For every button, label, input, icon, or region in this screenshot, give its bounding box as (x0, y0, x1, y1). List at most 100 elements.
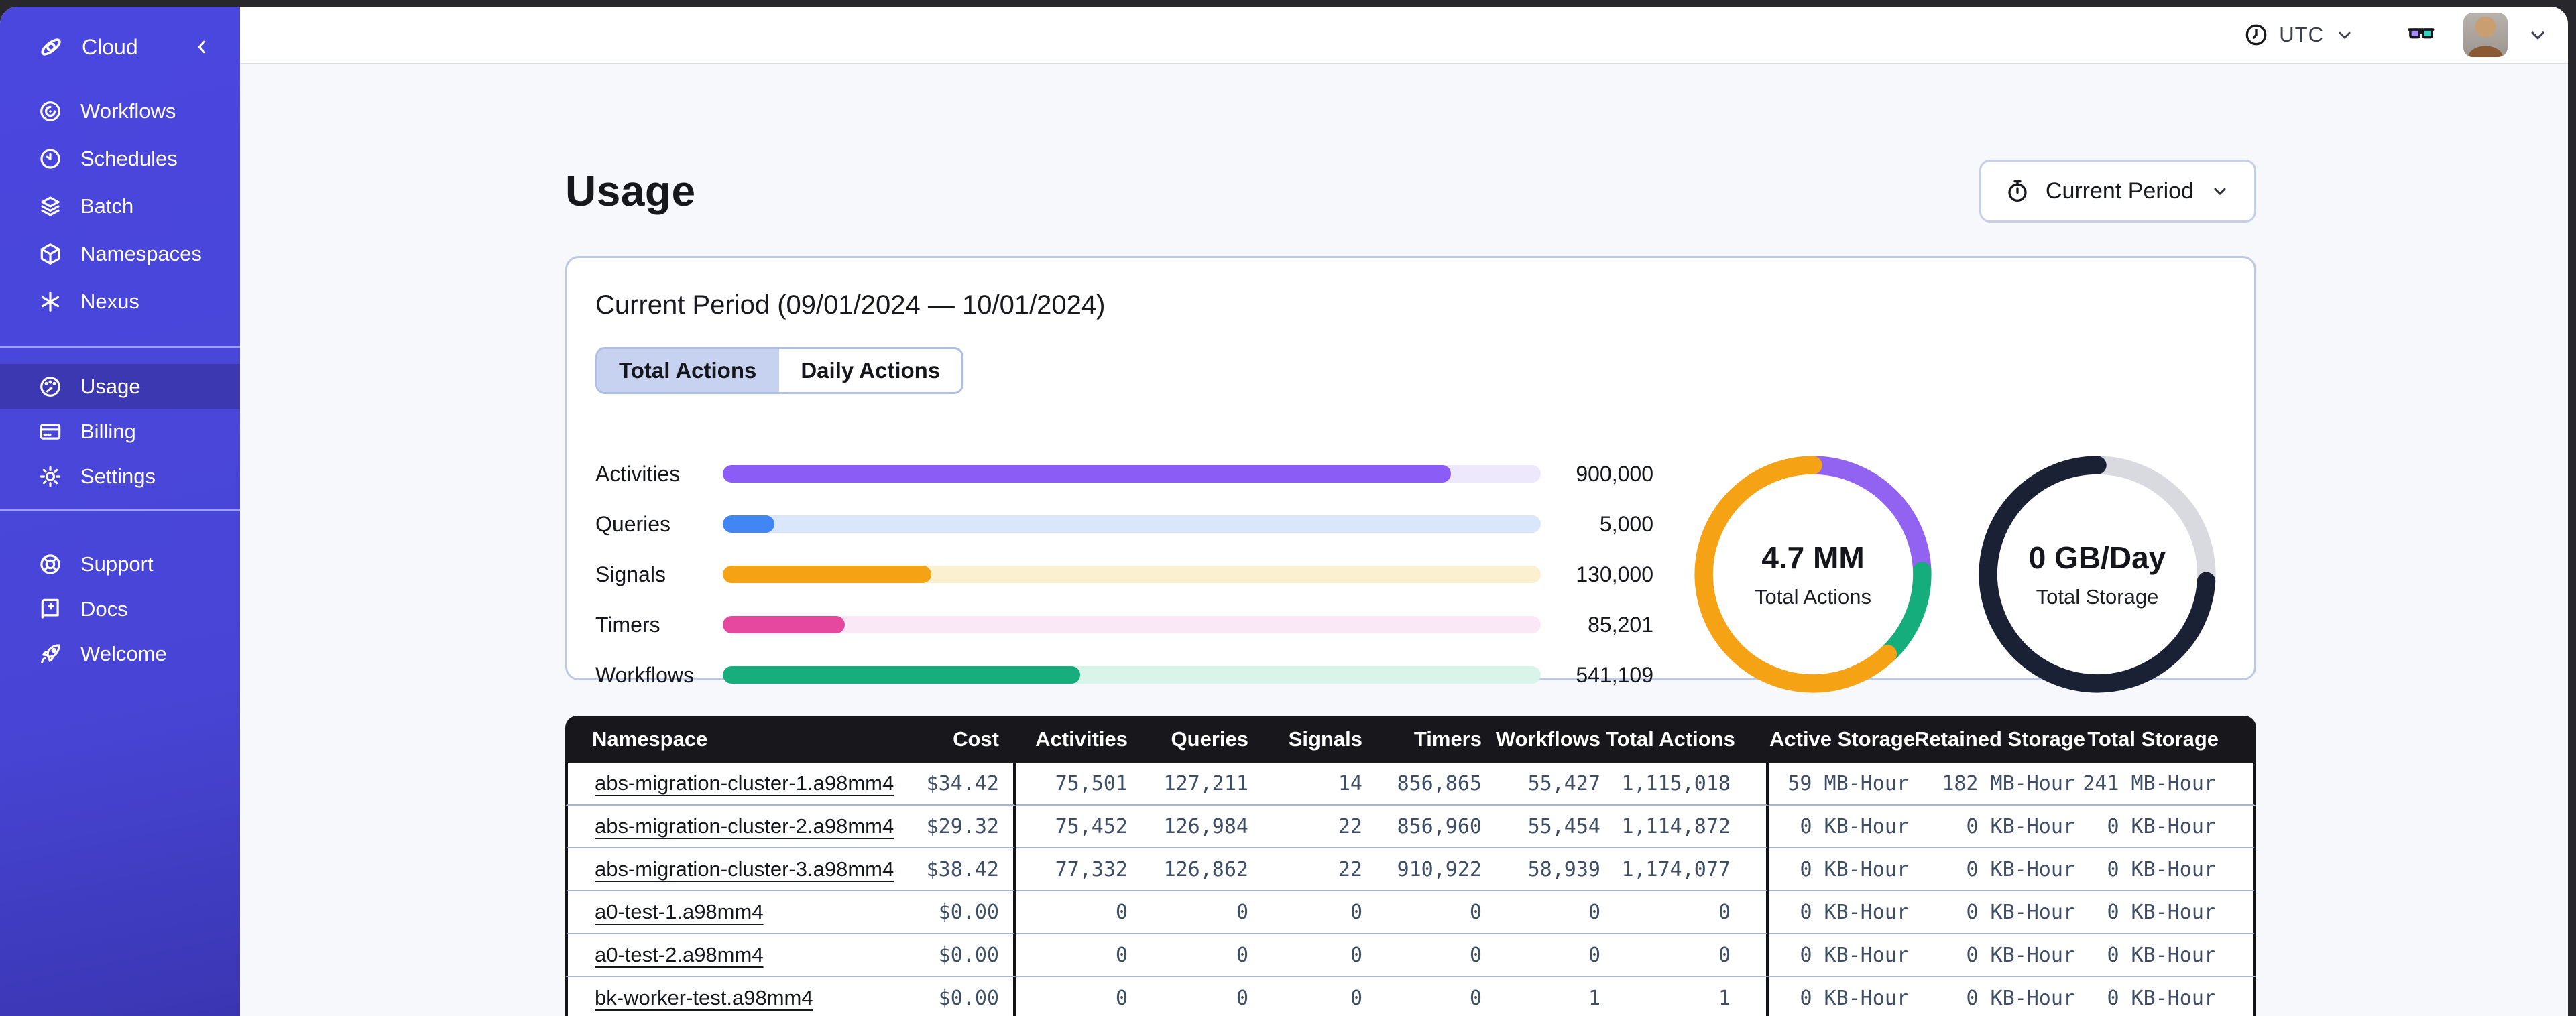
active-storage-cell: 0 KB-Hour (1769, 891, 1914, 934)
timezone-selector[interactable]: UTC (2243, 21, 2356, 48)
bar-value: 900,000 (1576, 461, 1653, 486)
sidebar-divider (0, 346, 240, 348)
active-storage-cell: 59 MB-Hour (1769, 763, 1914, 806)
temporal-logo-icon (38, 34, 64, 60)
bar-row-workflows: Workflows 541,109 (595, 663, 1653, 688)
retained-storage-cell: 0 KB-Hour (1914, 977, 2081, 1016)
desktop-background: Cloud Workflows Schedules Batch Namespac… (0, 0, 2576, 1016)
namespace-link[interactable]: a0-test-2.a98mm4 (595, 943, 764, 966)
signals-cell: 22 (1254, 848, 1368, 891)
bar-track (723, 465, 1541, 483)
queries-cell: 127,211 (1133, 763, 1254, 806)
account-menu-chevron-down-icon[interactable] (2525, 22, 2551, 48)
sidebar-item-label: Usage (80, 374, 141, 398)
sidebar-item-welcome[interactable]: Welcome (0, 631, 240, 676)
namespace-link[interactable]: abs-migration-cluster-3.a98mm4 (595, 857, 894, 881)
total-actions-cell: 1,114,872 (1606, 806, 1769, 848)
timezone-label: UTC (2279, 23, 2324, 46)
total-actions-cell: 0 (1606, 891, 1769, 934)
workflows-cell: 1 (1487, 977, 1606, 1016)
page-title: Usage (565, 167, 696, 215)
total-actions-donut-chart: 4.7 MM Total Actions (1671, 437, 1955, 712)
namespace-link[interactable]: a0-test-1.a98mm4 (595, 900, 764, 924)
timers-cell: 910,922 (1368, 848, 1487, 891)
bar-track (723, 616, 1541, 633)
activities-cell: 75,501 (1016, 763, 1133, 806)
sidebar-item-batch[interactable]: Batch (0, 182, 240, 230)
namespace-link[interactable]: abs-migration-cluster-2.a98mm4 (595, 814, 894, 838)
sidebar-item-docs[interactable]: Docs (0, 586, 240, 631)
period-selector-label: Current Period (2045, 178, 2194, 204)
app-window: Cloud Workflows Schedules Batch Namespac… (0, 7, 2568, 1016)
tab-total-actions[interactable]: Total Actions (597, 349, 778, 392)
queries-cell: 126,862 (1133, 848, 1254, 891)
settings-gear-icon (38, 464, 63, 489)
donut-value: 4.7 MM (1761, 540, 1865, 575)
namespace-cell: a0-test-1.a98mm4 (565, 891, 892, 934)
stopwatch-icon (2008, 180, 2027, 202)
signals-cell: 0 (1254, 891, 1368, 934)
total-storage-cell: 0 KB-Hour (2081, 977, 2256, 1016)
tab-daily-actions[interactable]: Daily Actions (778, 349, 962, 392)
sidebar-brand[interactable]: Cloud (0, 23, 240, 71)
sidebar-item-support[interactable]: Support (0, 542, 240, 586)
namespace-link[interactable]: abs-migration-cluster-1.a98mm4 (595, 771, 894, 795)
chevron-down-icon (2339, 31, 2351, 39)
billing-card-icon (38, 419, 63, 444)
namespace-cell: abs-migration-cluster-3.a98mm4 (565, 848, 894, 891)
namespace-cell: a0-test-2.a98mm4 (565, 934, 892, 977)
column-header-total-actions: Total Actions (1606, 716, 1769, 763)
bar-label: Queries (595, 511, 671, 536)
period-selector-button[interactable]: Current Period (1979, 160, 2256, 223)
active-storage-cell: 0 KB-Hour (1769, 848, 1914, 891)
total-actions-cell: 1,115,018 (1606, 763, 1769, 806)
sidebar-item-usage[interactable]: Usage (0, 364, 240, 409)
user-avatar[interactable] (2463, 13, 2508, 57)
sidebar-item-label: Schedules (80, 146, 178, 170)
total-storage-cell: 0 KB-Hour (2081, 891, 2256, 934)
total-storage-cell: 0 KB-Hour (2081, 806, 2256, 848)
bar-fill (723, 666, 1081, 684)
sidebar-item-schedules[interactable]: Schedules (0, 135, 240, 182)
table-row: bk-worker-test.a98mm4 $0.00 0 0 0 0 1 1 … (565, 977, 2256, 1016)
bar-fill (723, 515, 774, 533)
active-storage-cell: 0 KB-Hour (1769, 934, 1914, 977)
workflows-cell: 55,454 (1487, 806, 1606, 848)
sidebar-account-group: Usage Billing Settings (0, 364, 240, 499)
column-header-total-storage: Total Storage (2081, 716, 2256, 763)
namespace-link[interactable]: bk-worker-test.a98mm4 (595, 986, 813, 1009)
chevron-down-icon (2214, 188, 2226, 195)
total-storage-cell: 241 MB-Hour (2081, 763, 2256, 806)
sidebar-item-namespaces[interactable]: Namespaces (0, 230, 240, 277)
sidebar-item-label: Support (80, 552, 154, 576)
bar-fill (723, 616, 845, 633)
sidebar-item-workflows[interactable]: Workflows (0, 87, 240, 135)
table-row: a0-test-2.a98mm4 $0.00 0 0 0 0 0 0 0 KB-… (565, 934, 2256, 977)
total-actions-cell: 1 (1606, 977, 1769, 1016)
table-row: abs-migration-cluster-1.a98mm4 $34.42 75… (565, 763, 2256, 806)
sidebar-item-label: Docs (80, 596, 128, 621)
bar-row-queries: Queries 5,000 (595, 512, 1653, 537)
nexus-asterisk-icon (38, 289, 63, 314)
sidebar-item-settings[interactable]: Settings (0, 454, 240, 499)
feedback-glasses-icon[interactable] (2406, 19, 2437, 50)
signals-cell: 22 (1254, 806, 1368, 848)
sidebar-item-billing[interactable]: Billing (0, 409, 240, 454)
retained-storage-cell: 0 KB-Hour (1914, 806, 2081, 848)
column-header-queries: Queries (1133, 716, 1254, 763)
column-header-activities: Activities (1016, 716, 1133, 763)
timers-cell: 0 (1368, 891, 1487, 934)
sidebar-item-nexus[interactable]: Nexus (0, 277, 240, 325)
sidebar: Cloud Workflows Schedules Batch Namespac… (0, 7, 240, 1016)
sidebar-collapse-button[interactable] (190, 36, 213, 58)
retained-storage-cell: 0 KB-Hour (1914, 848, 2081, 891)
card-title: Current Period (09/01/2024 — 10/01/2024) (595, 290, 1106, 320)
sidebar-item-label: Settings (80, 464, 156, 488)
bar-track (723, 666, 1541, 684)
total-actions-cell: 0 (1606, 934, 1769, 977)
welcome-rocket-icon (38, 641, 63, 667)
table-row: abs-migration-cluster-2.a98mm4 $29.32 75… (565, 806, 2256, 848)
cost-cell: $34.42 (892, 763, 1016, 806)
column-header-namespace: Namespace (565, 716, 892, 763)
cost-cell: $0.00 (892, 977, 1016, 1016)
